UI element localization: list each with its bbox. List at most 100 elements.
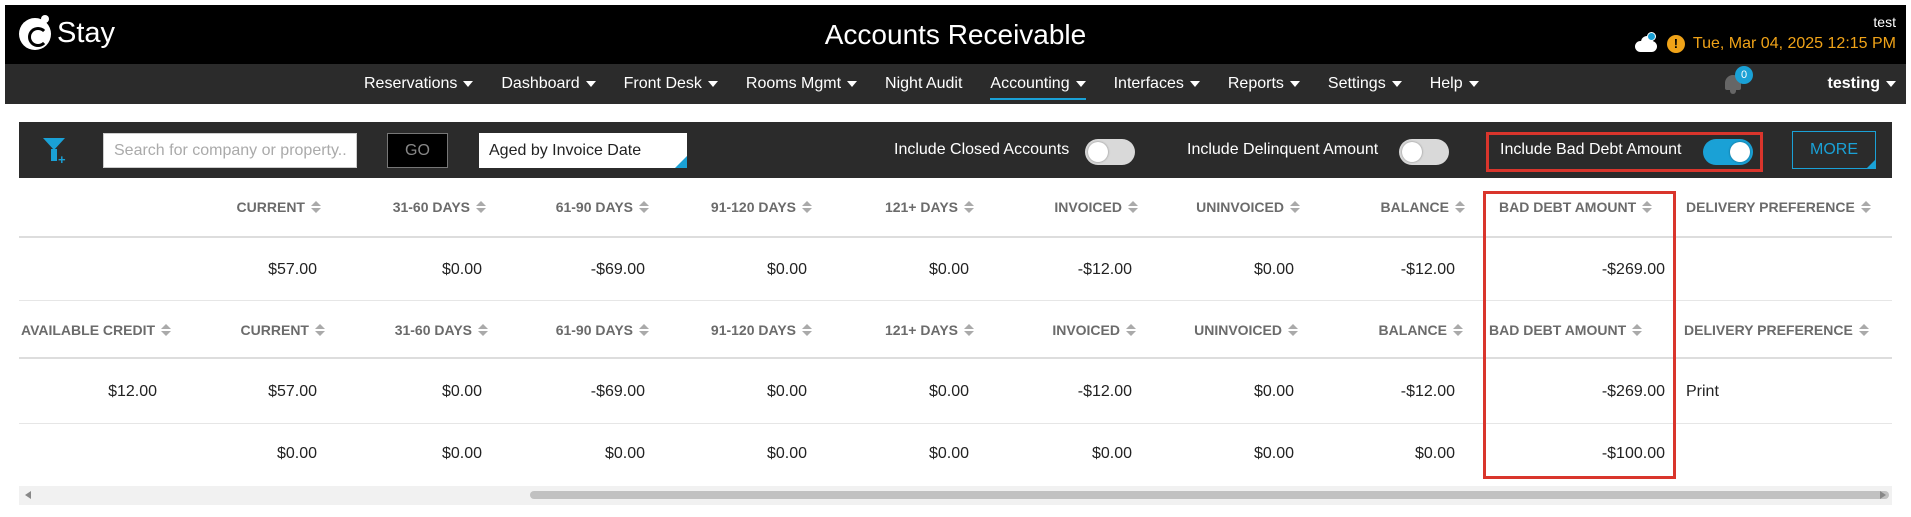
scrollbar-thumb[interactable] [530,491,1889,499]
column-header-121-days[interactable]: 121+ DAYS [812,178,974,236]
nav-item-label: Front Desk [623,75,702,92]
table-cell [1678,425,1892,483]
nav-item-front-desk[interactable]: Front Desk [610,64,732,104]
more-button-label: MORE [1810,141,1858,158]
include-closed-toggle[interactable] [1085,139,1135,165]
nav-item-label: Accounting [990,75,1070,92]
table-cell: $0.00 [441,382,482,400]
table-cell: $12.00 [108,382,157,400]
scroll-right-icon[interactable] [1880,491,1886,499]
chevron-down-icon [1468,80,1479,87]
warning-icon[interactable]: ! [1666,35,1685,53]
table-cell: $0.00 [1253,382,1294,400]
column-header-61-90-days[interactable]: 61-90 DAYS [488,302,649,357]
page-title: Accounts Receivable [824,19,1087,50]
scroll-left-icon[interactable] [25,491,31,499]
sort-icon[interactable] [315,323,325,337]
sort-icon[interactable] [1126,323,1136,337]
nav-item-reservations[interactable]: Reservations [350,64,487,104]
aged-by-select[interactable]: Aged by Invoice Date [479,133,687,168]
table-cell: $0.00 [766,382,807,400]
column-header-label: 121+ DAYS [884,321,958,338]
nav-item-help[interactable]: Help [1416,64,1493,104]
bad-debt-toggle-highlight [1486,132,1763,172]
column-header-label: 91-120 DAYS [710,321,796,338]
column-header-label: CURRENT [240,321,309,338]
cloud-sync-icon[interactable] [1633,32,1659,52]
search-input[interactable] [103,133,357,168]
column-header-invoiced[interactable]: INVOICED [974,178,1138,236]
nav-item-label: Interfaces [1113,75,1184,92]
column-header-61-90-days[interactable]: 61-90 DAYS [486,178,649,236]
sort-icon[interactable] [639,200,649,214]
include-closed-label: Include Closed Accounts [894,141,1070,158]
sort-icon[interactable] [639,323,649,337]
column-header-current[interactable]: CURRENT [19,178,321,236]
sort-icon[interactable] [1288,323,1298,337]
header-username[interactable]: test [1873,14,1896,30]
column-header-121-days[interactable]: 121+ DAYS [812,302,974,357]
sort-icon[interactable] [1453,323,1463,337]
go-button[interactable]: GO [387,133,448,168]
column-header-delivery-preference[interactable]: DELIVERY PREFERENCE [1684,302,1892,357]
table-cell [19,425,157,483]
app-header: Stay Accounts Receivable test ! Tue, Mar… [5,5,1906,64]
include-delinquent-toggle[interactable] [1399,139,1449,165]
nav-item-reports[interactable]: Reports [1214,64,1314,104]
sort-icon[interactable] [802,200,812,214]
column-header-label: 31-60 DAYS [392,199,470,215]
chevron-down-icon [1886,80,1896,87]
sort-icon[interactable] [964,200,974,214]
column-header-invoiced[interactable]: INVOICED [974,302,1136,357]
table-cell: $0.00 [276,445,317,462]
table-cell: $0.00 [928,260,969,278]
sort-icon[interactable] [311,200,321,214]
sort-icon[interactable] [1128,200,1138,214]
nav-item-night-audit[interactable]: Night Audit [871,64,976,104]
nav-item-accounting[interactable]: Accounting [976,64,1099,104]
column-header-balance[interactable]: BALANCE [1298,302,1463,357]
user-menu[interactable]: testing [1828,64,1896,104]
add-filter-icon[interactable]: + [43,138,67,167]
table-cell: -$12.00 [1077,382,1132,400]
sort-icon[interactable] [161,323,172,337]
nav-item-label: Reports [1227,75,1284,92]
sort-icon[interactable] [476,200,486,214]
nav-item-rooms-mgmt[interactable]: Rooms Mgmt [732,64,871,104]
column-header-label: BALANCE [1378,321,1447,338]
sort-icon[interactable] [1455,200,1465,214]
column-header-label: UNINVOICED [1194,321,1282,338]
chevron-down-icon [1391,80,1402,87]
nav-item-settings[interactable]: Settings [1314,64,1416,104]
sort-icon[interactable] [802,323,812,337]
more-button[interactable]: MORE [1792,131,1876,169]
table-cell: Print [1686,382,1719,400]
column-header-available-credit[interactable]: AVAILABLE CREDIT [21,302,181,357]
column-header-31-60-days[interactable]: 31-60 DAYS [325,302,488,357]
column-header-91-120-days[interactable]: 91-120 DAYS [649,178,812,236]
sort-icon[interactable] [964,323,974,337]
nav-item-interfaces[interactable]: Interfaces [1100,64,1214,104]
table-cell: $0.00 [604,445,645,462]
user-menu-label: testing [1827,75,1880,92]
horizontal-scrollbar[interactable] [19,486,1892,505]
column-header-uninvoiced[interactable]: UNINVOICED [1136,302,1298,357]
nav-item-dashboard[interactable]: Dashboard [487,64,609,104]
chevron-down-icon [1289,80,1300,87]
sort-icon[interactable] [478,323,488,337]
column-header-balance[interactable]: BALANCE [1300,178,1465,236]
sort-icon[interactable] [1860,200,1871,214]
column-header-uninvoiced[interactable]: UNINVOICED [1138,178,1300,236]
column-header-91-120-days[interactable]: 91-120 DAYS [649,302,812,357]
sort-icon[interactable] [1290,200,1300,214]
column-header-current[interactable]: CURRENT [181,302,325,357]
notifications-bell-icon[interactable]: 0 [1722,66,1753,94]
column-header-delivery-preference[interactable]: DELIVERY PREFERENCE [1686,178,1892,236]
table-cell: $0.00 [1091,445,1132,462]
table-cell: $0.00 [441,445,482,462]
column-header-label: INVOICED [1054,199,1122,215]
include-delinquent-label: Include Delinquent Amount [1187,141,1379,158]
table-cell: $0.00 [928,382,969,400]
sort-icon[interactable] [1858,323,1869,337]
column-header-31-60-days[interactable]: 31-60 DAYS [321,178,486,236]
